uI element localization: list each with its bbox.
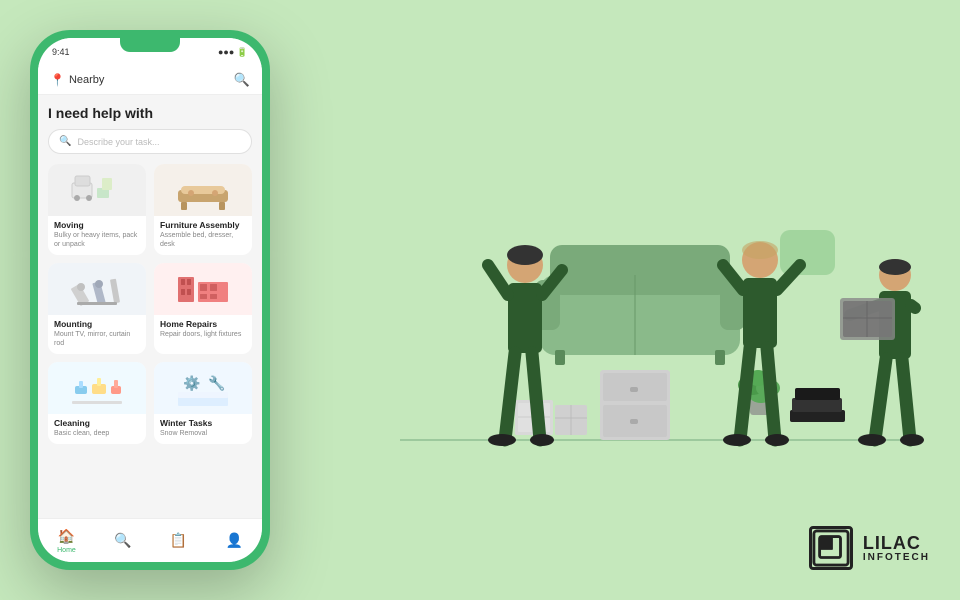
- cleaning-illustration: [48, 362, 146, 414]
- service-title-winter: Winter Tasks: [154, 414, 252, 429]
- service-desc-moving: Bulky or heavy items, pack or unpack: [48, 231, 146, 249]
- winter-illustration: ⚙️ 🔧: [154, 362, 252, 414]
- search-bar-icon: 🔍: [59, 136, 71, 147]
- logo-icon: [809, 526, 853, 570]
- service-grid: Moving Bulky or heavy items, pack or unp…: [48, 164, 252, 444]
- bottom-nav: 🏠 Home 🔍 📋 👤: [38, 518, 262, 562]
- search-icon[interactable]: 🔍: [234, 72, 250, 88]
- location-label: Nearby: [69, 74, 104, 86]
- service-card-furniture[interactable]: Furniture Assembly Assemble bed, dresser…: [154, 164, 252, 255]
- service-card-repairs[interactable]: Home Repairs Repair doors, light fixture…: [154, 263, 252, 354]
- phone-screen: 9:41 ●●● 🔋 📍 Nearby 🔍 I need help with 🔍…: [38, 38, 262, 562]
- nav-home-label: Home: [57, 547, 76, 554]
- phone-notch: [120, 38, 180, 52]
- furniture-illustration: [154, 164, 252, 216]
- service-title-repairs: Home Repairs: [154, 315, 252, 330]
- logo-subtitle: INFOTECH: [863, 552, 930, 563]
- svg-text:🔧: 🔧: [208, 374, 225, 392]
- service-card-cleaning[interactable]: Cleaning Basic clean, deep: [48, 362, 146, 444]
- moving-illustration: [48, 164, 146, 216]
- service-card-winter[interactable]: ⚙️ 🔧 Winter Tasks Snow Removal: [154, 362, 252, 444]
- nav-search[interactable]: 🔍: [114, 532, 131, 549]
- logo-text: LILAC INFOTECH: [863, 534, 930, 563]
- logo-area: LILAC INFOTECH: [809, 526, 930, 570]
- search-nav-icon: 🔍: [114, 532, 131, 549]
- service-card-mounting[interactable]: Mounting Mount TV, mirror, curtain rod: [48, 263, 146, 354]
- status-time: 9:41: [52, 47, 70, 57]
- search-placeholder: Describe your task...: [77, 137, 159, 147]
- nav-profile[interactable]: 👤: [225, 532, 242, 549]
- service-title-moving: Moving: [48, 216, 146, 231]
- service-title-mounting: Mounting: [48, 315, 146, 330]
- nav-home[interactable]: 🏠 Home: [57, 528, 76, 554]
- service-img-furniture: [154, 164, 252, 216]
- moving-scene-svg: [340, 50, 960, 490]
- service-title-cleaning: Cleaning: [48, 414, 146, 429]
- profile-icon: 👤: [225, 532, 242, 549]
- service-img-repairs: [154, 263, 252, 315]
- service-title-furniture: Furniture Assembly: [154, 216, 252, 231]
- help-title: I need help with: [48, 105, 252, 121]
- service-img-moving: [48, 164, 146, 216]
- service-desc-repairs: Repair doors, light fixtures: [154, 330, 252, 339]
- service-img-winter: ⚙️ 🔧: [154, 362, 252, 414]
- phone-mockup: 9:41 ●●● 🔋 📍 Nearby 🔍 I need help with 🔍…: [30, 30, 270, 570]
- svg-text:⚙️: ⚙️: [183, 375, 200, 392]
- repairs-illustration: [154, 263, 252, 315]
- service-card-moving[interactable]: Moving Bulky or heavy items, pack or unp…: [48, 164, 146, 255]
- tasks-icon: 📋: [170, 532, 187, 549]
- logo-title: LILAC: [863, 534, 930, 552]
- app-content: I need help with 🔍 Describe your task...: [38, 95, 262, 518]
- location-icon: 📍: [50, 73, 65, 87]
- nav-tasks[interactable]: 📋: [170, 532, 187, 549]
- service-desc-winter: Snow Removal: [154, 429, 252, 438]
- home-icon: 🏠: [58, 528, 75, 545]
- status-icons: ●●● 🔋: [218, 47, 248, 58]
- service-img-cleaning: [48, 362, 146, 414]
- mounting-illustration: [48, 263, 146, 315]
- service-img-mounting: [48, 263, 146, 315]
- location-bar: 📍 Nearby: [50, 73, 104, 87]
- search-bar[interactable]: 🔍 Describe your task...: [48, 129, 252, 154]
- illustration-area: [340, 0, 960, 600]
- top-bar: 📍 Nearby 🔍: [38, 66, 262, 95]
- service-desc-mounting: Mount TV, mirror, curtain rod: [48, 330, 146, 348]
- service-desc-cleaning: Basic clean, deep: [48, 429, 146, 438]
- service-desc-furniture: Assemble bed, dresser, desk: [154, 231, 252, 249]
